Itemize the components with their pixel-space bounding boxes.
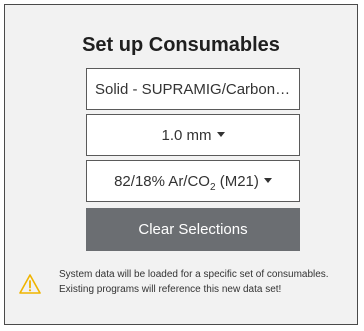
warning-line-2: Existing programs will reference this ne… [59, 284, 282, 295]
caret-down-icon [216, 131, 225, 137]
gas-dropdown[interactable]: 82/18% Ar/CO2 (M21) [86, 160, 300, 202]
material-value: Solid - SUPRAMIG/Carbon Steel [95, 80, 291, 98]
gas-value-suffix: (M21) [215, 172, 259, 190]
clear-selections-button[interactable]: Clear Selections [86, 208, 300, 251]
page-title: Set up Consumables [82, 34, 280, 56]
wire-diameter-value: 1.0 mm [161, 126, 212, 144]
warning-text: System data will be loaded for a specifi… [59, 267, 329, 297]
caret-down-icon [263, 177, 272, 183]
consumables-panel: Set up Consumables Solid - SUPRAMIG/Carb… [4, 4, 358, 325]
gas-value: 82/18% Ar/CO2 (M21) [114, 172, 259, 193]
warning-triangle-icon [19, 274, 41, 294]
gas-value-prefix: 82/18% Ar/CO [114, 172, 210, 190]
warning-notice: System data will be loaded for a specifi… [19, 267, 353, 297]
material-input[interactable]: Solid - SUPRAMIG/Carbon Steel [86, 68, 300, 110]
wire-diameter-dropdown[interactable]: 1.0 mm [86, 114, 300, 156]
warning-line-1: System data will be loaded for a specifi… [59, 269, 329, 280]
